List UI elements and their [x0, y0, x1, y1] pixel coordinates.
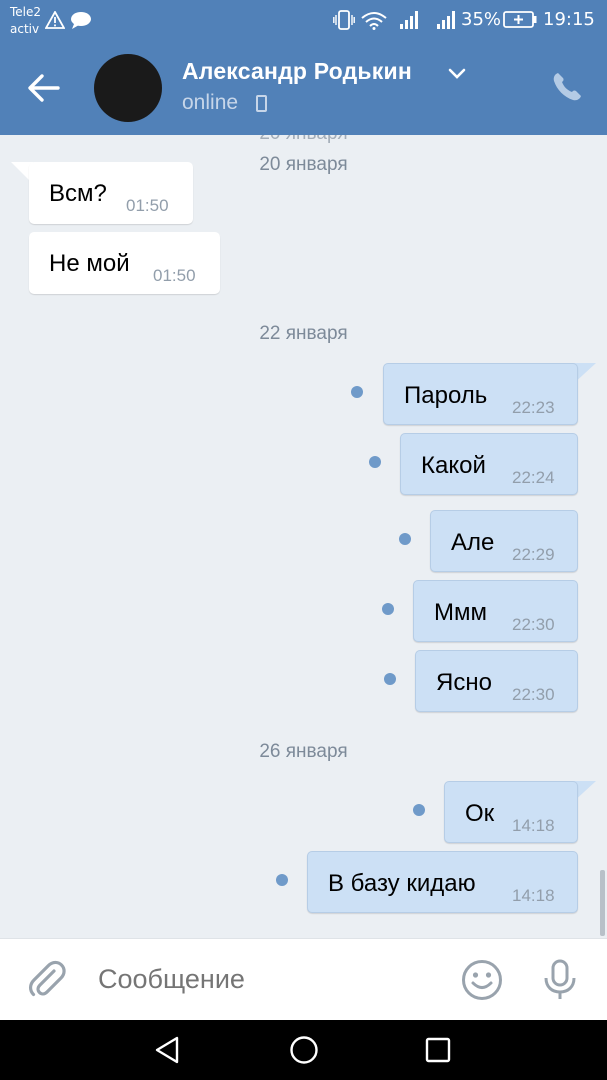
paperclip-icon[interactable]	[28, 959, 66, 999]
wifi-icon	[361, 12, 387, 30]
outgoing-message[interactable]: Ясно 22:30	[415, 650, 578, 712]
message-text: Всм?	[49, 180, 107, 207]
signal-icon-sim1	[400, 11, 418, 29]
message-time: 14:18	[512, 886, 555, 905]
warning-icon	[45, 11, 65, 29]
contact-name[interactable]: Александр Родькин	[182, 58, 412, 85]
clock: 19:15	[543, 9, 595, 30]
smiley-icon[interactable]	[461, 959, 503, 1001]
outgoing-message[interactable]: Какой 22:24	[400, 433, 578, 495]
avatar[interactable]	[94, 54, 162, 122]
message-text: В базу кидаю	[328, 870, 476, 897]
message-time: 22:29	[512, 545, 555, 564]
unread-indicator	[276, 874, 288, 886]
chevron-down-icon[interactable]	[448, 68, 466, 80]
chat-notification-icon	[71, 12, 91, 29]
message-time: 22:24	[512, 468, 555, 487]
arrow-left-icon[interactable]	[24, 68, 64, 108]
message-time: 22:30	[512, 615, 555, 634]
message-text: Пароль	[404, 382, 488, 409]
carrier-label: Tele2 activ	[10, 4, 41, 38]
battery-charging-icon	[503, 11, 537, 28]
online-status: online	[182, 91, 239, 114]
incoming-message[interactable]: Не мой 01:50	[29, 232, 220, 294]
date-separator: 26 января	[259, 741, 348, 762]
message-input[interactable]	[96, 963, 440, 996]
message-time: 22:23	[512, 398, 555, 417]
recents-square-icon[interactable]	[422, 1034, 454, 1066]
status-bar: Tele2 activ 35% 19:15	[0, 0, 607, 42]
message-text: Ммм	[434, 599, 487, 626]
outgoing-message[interactable]: Ок 14:18	[444, 781, 578, 843]
outgoing-message[interactable]: Ммм 22:30	[413, 580, 578, 642]
message-time: 01:50	[126, 196, 169, 215]
message-text: Ясно	[436, 669, 492, 696]
home-circle-icon[interactable]	[288, 1034, 320, 1066]
message-time: 14:18	[512, 816, 555, 835]
message-list[interactable]: 20 января 20 января Всм? 01:50 Не мой 01…	[0, 135, 607, 939]
battery-percent: 35%	[461, 9, 502, 30]
signal-icon-sim2	[437, 11, 455, 29]
message-time: 01:50	[153, 266, 196, 285]
message-text: Ок	[465, 800, 495, 827]
scrollbar[interactable]	[600, 870, 605, 936]
unread-indicator	[413, 804, 425, 816]
carrier-name: Tele2	[10, 5, 42, 19]
system-navigation-bar	[0, 1020, 607, 1080]
date-separator: 22 января	[259, 323, 348, 344]
message-text: Але	[451, 529, 495, 556]
outgoing-message[interactable]: Пароль 22:23	[383, 363, 578, 425]
unread-indicator	[369, 456, 381, 468]
message-text: Не мой	[49, 250, 130, 277]
app-header: Tele2 activ 35% 19:15 Александр Родькин …	[0, 0, 607, 135]
unread-indicator	[351, 386, 363, 398]
microphone-icon[interactable]	[541, 959, 579, 1001]
unread-indicator	[399, 533, 411, 545]
incoming-message[interactable]: Всм? 01:50	[29, 162, 193, 224]
back-triangle-icon[interactable]	[152, 1034, 184, 1066]
message-time: 22:30	[512, 685, 555, 704]
outgoing-message[interactable]: В базу кидаю 14:18	[307, 851, 578, 913]
vibrate-icon	[333, 10, 355, 30]
carrier-status: activ	[10, 22, 40, 36]
unread-indicator	[384, 673, 396, 685]
phone-icon[interactable]	[550, 70, 584, 104]
message-composer	[0, 938, 607, 1020]
unread-indicator	[382, 603, 394, 615]
mobile-device-icon	[256, 95, 267, 112]
message-text: Какой	[421, 452, 486, 479]
outgoing-message[interactable]: Але 22:29	[430, 510, 578, 572]
date-separator: 20 января	[0, 135, 607, 145]
